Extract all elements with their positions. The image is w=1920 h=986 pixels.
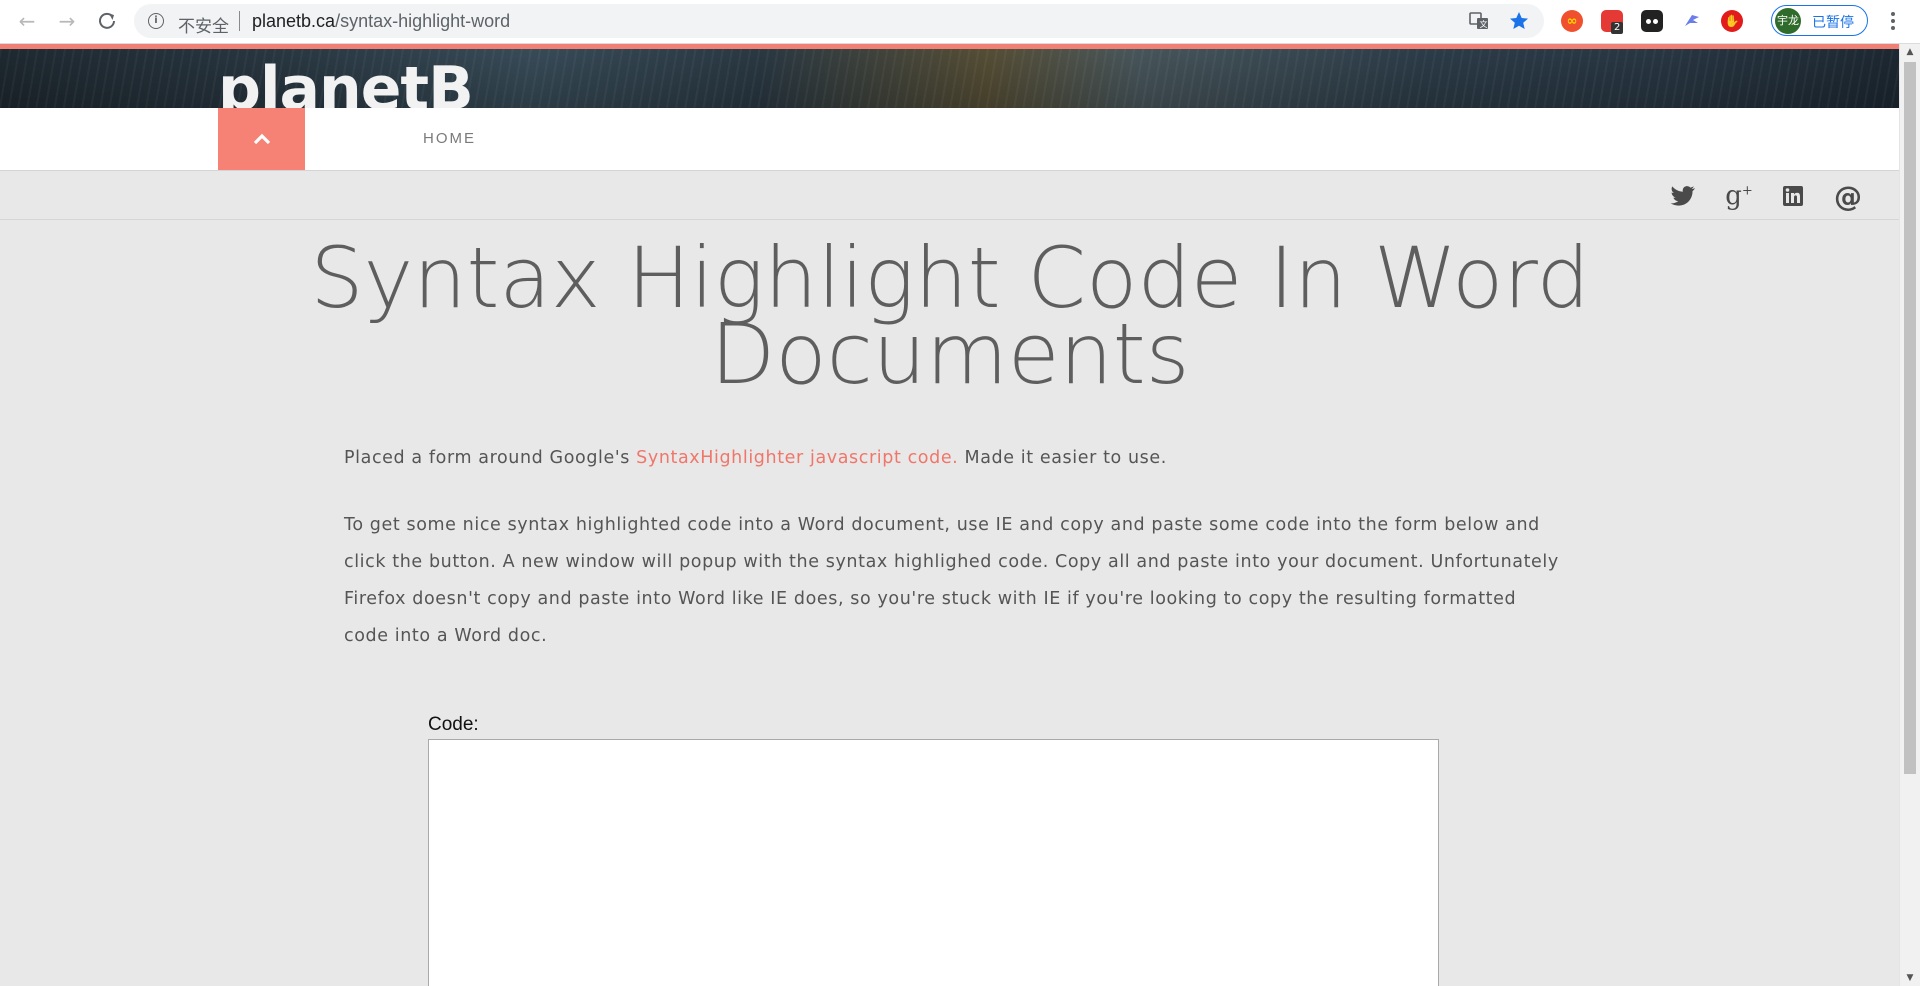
- social-bar: g+ @: [0, 171, 1899, 220]
- info-icon[interactable]: i: [148, 13, 164, 29]
- google-plus-icon[interactable]: g+: [1722, 179, 1756, 213]
- forward-arrow-icon[interactable]: →: [54, 8, 80, 34]
- infinity-extension-icon[interactable]: ∞: [1561, 10, 1583, 32]
- code-label: Code:: [428, 714, 479, 735]
- scroll-up-arrow-icon[interactable]: ▲: [1900, 44, 1920, 60]
- extension-badge-icon[interactable]: 2: [1601, 10, 1624, 34]
- browser-menu-icon[interactable]: [1884, 8, 1902, 34]
- bookmark-star-icon[interactable]: [1508, 10, 1530, 32]
- address-bar[interactable]: i 不安全 planetb.ca/syntax-highlight-word 文: [134, 4, 1544, 38]
- code-input[interactable]: [428, 739, 1439, 986]
- page-scrollbar[interactable]: ▲ ▼: [1899, 44, 1920, 986]
- intro-prefix: Placed a form around Google's: [344, 448, 637, 468]
- bird-extension-icon[interactable]: [1681, 10, 1703, 32]
- intro-paragraph: Placed a form around Google's SyntaxHigh…: [344, 445, 1559, 471]
- twitter-icon[interactable]: [1666, 179, 1700, 213]
- linkedin-icon[interactable]: [1776, 179, 1810, 213]
- divider: [239, 11, 240, 31]
- svg-text:文: 文: [1480, 19, 1488, 29]
- adblock-hand-icon[interactable]: ✋: [1721, 10, 1743, 32]
- url-path: /syntax-highlight-word: [335, 11, 511, 31]
- nav-item-home[interactable]: HOME: [423, 130, 476, 147]
- browser-toolbar: ← → i 不安全 planetb.ca/syntax-highlight-wo…: [0, 0, 1920, 44]
- main-nav: HOME: [0, 108, 1899, 171]
- url-host: planetb.ca: [252, 11, 336, 31]
- url-text[interactable]: planetb.ca/syntax-highlight-word: [252, 11, 510, 32]
- syntaxhighlighter-link[interactable]: SyntaxHighlighter javascript code.: [636, 448, 958, 468]
- profile-status: 已暂停: [1812, 15, 1854, 31]
- intro-suffix: Made it easier to use.: [958, 448, 1167, 468]
- translate-icon[interactable]: 文: [1468, 10, 1490, 32]
- profile-button[interactable]: 宇龙 已暂停: [1771, 5, 1868, 36]
- reload-icon[interactable]: [94, 8, 120, 34]
- scroll-thumb[interactable]: [1904, 62, 1916, 774]
- scroll-down-arrow-icon[interactable]: ▼: [1900, 970, 1920, 986]
- page-title: Syntax Highlight Code In Word Documents: [310, 229, 1590, 403]
- nav-toggle-button[interactable]: [218, 108, 305, 170]
- tampermonkey-icon[interactable]: [1641, 10, 1663, 32]
- avatar: 宇龙: [1775, 8, 1801, 34]
- email-at-icon[interactable]: @: [1831, 179, 1865, 213]
- security-label[interactable]: 不安全: [178, 12, 229, 37]
- extension-badge-count: 2: [1611, 22, 1624, 34]
- chevron-up-icon: [253, 133, 270, 145]
- instructions-paragraph: To get some nice syntax highlighted code…: [344, 515, 1559, 646]
- page-viewport: planetB HOME g+ @ Syntax Highlight Code …: [0, 44, 1899, 986]
- hero-banner: planetB: [0, 44, 1899, 124]
- back-arrow-icon[interactable]: ←: [14, 8, 40, 34]
